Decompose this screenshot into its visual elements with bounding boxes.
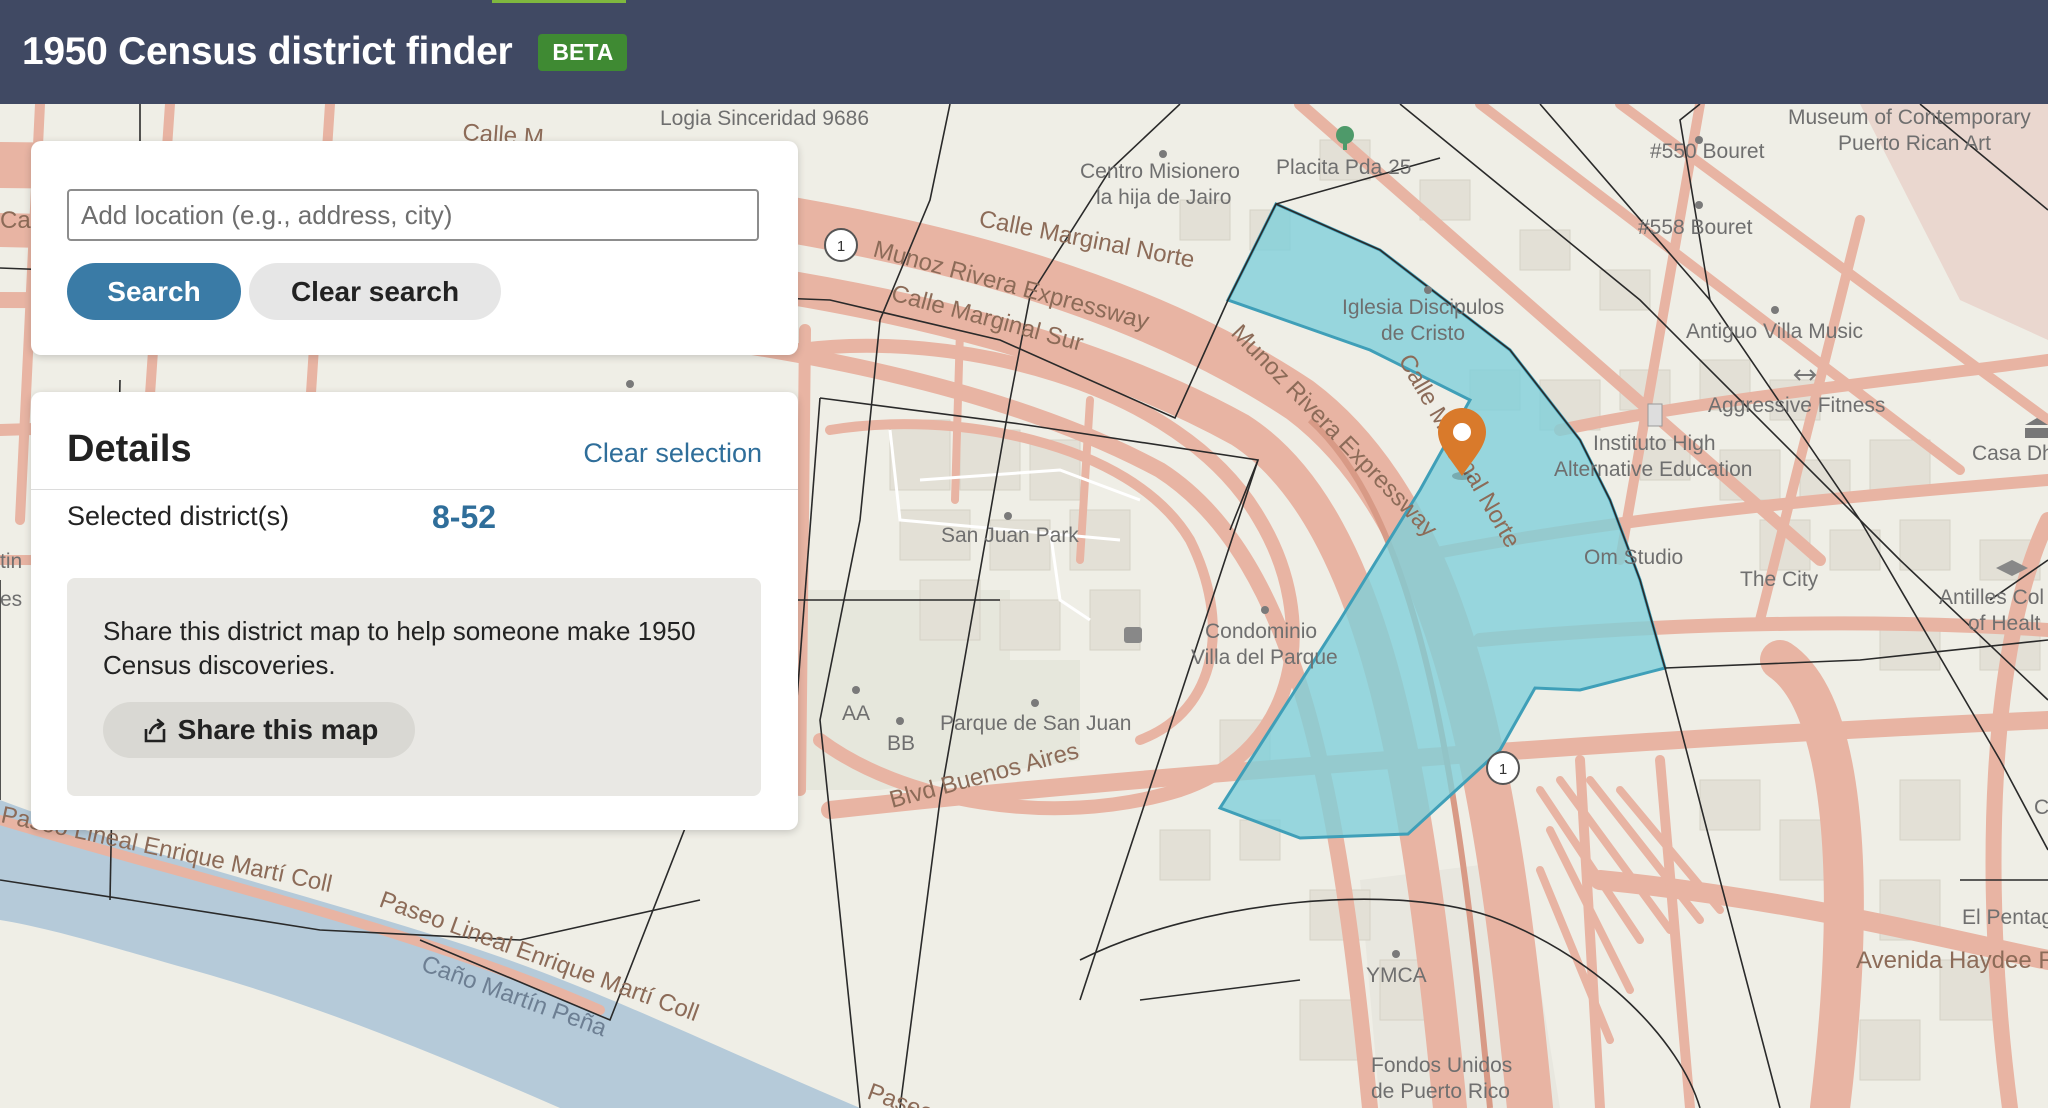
svg-text:The City: The City	[1740, 568, 1819, 591]
app-title: 1950 Census district finder	[22, 30, 513, 73]
share-map-button[interactable]: Share this map	[103, 702, 415, 758]
svg-text:AA: AA	[842, 702, 870, 725]
svg-text:#558 Bouret: #558 Bouret	[1638, 216, 1753, 239]
share-box: Share this district map to help someone …	[67, 578, 761, 796]
location-search-input[interactable]	[67, 189, 759, 241]
svg-text:de Cristo: de Cristo	[1381, 322, 1465, 345]
details-title: Details	[67, 428, 192, 470]
svg-text:de Puerto Rico: de Puerto Rico	[1371, 1080, 1510, 1103]
building-icon	[1647, 403, 1663, 427]
header-accent	[492, 0, 626, 3]
svg-text:BB: BB	[887, 732, 915, 755]
share-icon	[144, 718, 165, 743]
svg-text:Condominio: Condominio	[1205, 620, 1317, 643]
svg-text:1: 1	[837, 238, 845, 255]
svg-text:Avenida Haydee R: Avenida Haydee R	[1856, 947, 2048, 974]
svg-text:Antilles Col: Antilles Col	[1939, 586, 2044, 609]
svg-text:Aggressive Fitness: Aggressive Fitness	[1708, 394, 1885, 417]
svg-text:tin: tin	[0, 550, 22, 573]
svg-text:Puerto Rican Art: Puerto Rican Art	[1838, 132, 1991, 155]
selected-districts-label: Selected district(s)	[67, 501, 290, 531]
svg-text:El Pentag: El Pentag	[1962, 906, 2048, 929]
clear-search-button[interactable]: Clear search	[249, 263, 501, 320]
svg-text:Centro Misionero: Centro Misionero	[1080, 160, 1240, 183]
selected-district-value[interactable]: 8-52	[432, 499, 496, 536]
svg-text:Placita Pda 25: Placita Pda 25	[1276, 156, 1411, 179]
share-description: Share this district map to help someone …	[103, 616, 696, 680]
svg-text:Alternative Education: Alternative Education	[1554, 458, 1752, 481]
search-button[interactable]: Search	[67, 263, 241, 320]
beta-badge: BETA	[538, 33, 628, 71]
share-map-label: Share this map	[177, 714, 379, 745]
svg-text:Logia Sinceridad 9686: Logia Sinceridad 9686	[660, 107, 869, 130]
clear-selection-link[interactable]: Clear selection	[583, 438, 762, 469]
svg-text:Villa del Parque: Villa del Parque	[1191, 646, 1338, 669]
svg-text:Casa Dh: Casa Dh	[1972, 442, 2048, 465]
svg-text:es: es	[0, 588, 22, 611]
app-header: 1950 Census district finder BETA	[0, 0, 2048, 104]
details-divider	[31, 489, 798, 490]
svg-text:Om Studio: Om Studio	[1584, 546, 1683, 569]
svg-text:YMCA: YMCA	[1366, 964, 1427, 987]
store-icon	[1124, 627, 1142, 643]
route-shield-2: 1	[1486, 751, 1520, 785]
route-shield-1: 1	[824, 228, 858, 262]
svg-text:of Healt: of Healt	[1968, 612, 2041, 635]
svg-text:1: 1	[1499, 761, 1507, 778]
details-panel: Details Clear selection Selected distric…	[31, 392, 798, 830]
svg-text:Parque de San Juan: Parque de San Juan	[940, 712, 1131, 735]
svg-text:Fondos Unidos: Fondos Unidos	[1371, 1054, 1512, 1077]
svg-text:San Juan Park: San Juan Park	[941, 524, 1079, 547]
svg-text:Antiguo Villa Music: Antiguo Villa Music	[1686, 320, 1863, 343]
search-panel: Search Clear search	[31, 141, 798, 355]
svg-text:C: C	[2034, 796, 2048, 819]
svg-text:#550 Bouret: #550 Bouret	[1650, 140, 1765, 163]
svg-text:la hija de Jairo: la hija de Jairo	[1096, 186, 1231, 209]
svg-text:Museum of Contemporary: Museum of Contemporary	[1788, 106, 2031, 129]
svg-text:Instituto High: Instituto High	[1593, 432, 1716, 455]
svg-text:Iglesia Discipulos: Iglesia Discipulos	[1342, 296, 1504, 319]
